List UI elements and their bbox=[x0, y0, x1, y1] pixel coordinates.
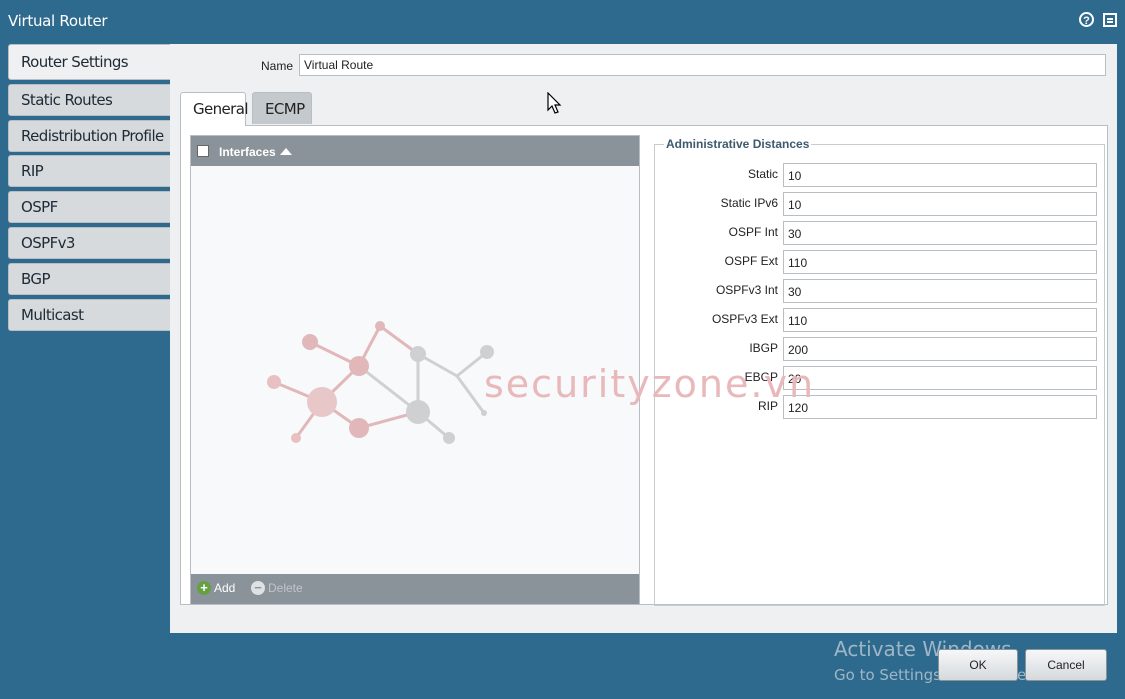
interfaces-grid: Interfaces + Add − Delete bbox=[190, 135, 640, 605]
ad-label: OSPF Ext bbox=[724, 254, 778, 268]
ad-label: Static bbox=[747, 167, 778, 181]
help-icon[interactable]: ? bbox=[1079, 12, 1094, 27]
administrative-distances-legend: Administrative Distances bbox=[664, 137, 812, 151]
title-bar: Virtual Router ? bbox=[0, 0, 1125, 42]
name-input[interactable]: Virtual Route bbox=[299, 54, 1106, 76]
sidebar-item-multicast[interactable]: Multicast bbox=[8, 298, 170, 331]
sidebar-item-static-routes[interactable]: Static Routes bbox=[8, 83, 170, 116]
plus-icon: + bbox=[197, 581, 211, 595]
ad-label: OSPF Int bbox=[728, 225, 778, 239]
ok-button[interactable]: OK bbox=[938, 649, 1018, 681]
administrative-distances-group: Administrative Distances Static 10 Stati… bbox=[654, 137, 1105, 606]
ad-row-ebgp: EBGP 20 bbox=[655, 366, 1104, 390]
ad-row-ibgp: IBGP 200 bbox=[655, 337, 1104, 361]
mouse-cursor-icon bbox=[547, 92, 562, 114]
ad-input-ospfv3-int[interactable]: 30 bbox=[783, 279, 1097, 303]
sidebar-item-router-settings[interactable]: Router Settings bbox=[8, 44, 170, 80]
window-title: Virtual Router bbox=[8, 12, 108, 30]
ad-label: EBGP bbox=[744, 370, 778, 384]
ad-row-ospf-int: OSPF Int 30 bbox=[655, 221, 1104, 245]
interfaces-grid-header[interactable]: Interfaces bbox=[191, 136, 639, 166]
ad-input-ospfv3-ext[interactable]: 110 bbox=[783, 308, 1097, 332]
minus-icon: − bbox=[251, 581, 265, 595]
ad-label: IBGP bbox=[749, 341, 778, 355]
main-content: Name Virtual Route General ECMP Interfac… bbox=[170, 44, 1117, 633]
ad-label: OSPFv3 Int bbox=[715, 283, 778, 297]
ad-row-ospfv3-int: OSPFv3 Int 30 bbox=[655, 279, 1104, 303]
ad-label: OSPFv3 Ext bbox=[711, 312, 778, 326]
ad-label: Static IPv6 bbox=[720, 196, 778, 210]
ad-row-static-ipv6: Static IPv6 10 bbox=[655, 192, 1104, 216]
ad-label: RIP bbox=[757, 399, 778, 413]
ad-input-ebgp[interactable]: 20 bbox=[783, 366, 1097, 390]
cancel-button[interactable]: Cancel bbox=[1025, 649, 1107, 681]
ad-input-rip[interactable]: 120 bbox=[783, 395, 1097, 419]
ad-input-ibgp[interactable]: 200 bbox=[783, 337, 1097, 361]
general-panel: Interfaces + Add − Delete Administrative… bbox=[180, 125, 1108, 606]
tab-ecmp[interactable]: ECMP bbox=[252, 92, 312, 124]
tab-general[interactable]: General bbox=[180, 92, 249, 126]
sidebar-item-redistribution-profile[interactable]: Redistribution Profile bbox=[8, 119, 170, 152]
ad-row-static: Static 10 bbox=[655, 163, 1104, 187]
ad-row-ospfv3-ext: OSPFv3 Ext 110 bbox=[655, 308, 1104, 332]
ad-row-ospf-ext: OSPF Ext 110 bbox=[655, 250, 1104, 274]
add-button-label: Add bbox=[214, 581, 236, 595]
sort-ascending-icon bbox=[279, 148, 292, 155]
add-button[interactable]: + Add bbox=[197, 581, 235, 595]
sidebar-item-bgp[interactable]: BGP bbox=[8, 262, 170, 295]
restore-icon[interactable] bbox=[1103, 13, 1117, 27]
interfaces-grid-footer: + Add − Delete bbox=[191, 574, 639, 604]
name-label: Name bbox=[261, 59, 294, 73]
delete-button[interactable]: − Delete bbox=[251, 581, 303, 595]
ad-row-rip: RIP 120 bbox=[655, 395, 1104, 419]
delete-button-label: Delete bbox=[268, 581, 303, 595]
sidebar-item-rip[interactable]: RIP bbox=[8, 155, 170, 188]
ad-input-static-ipv6[interactable]: 10 bbox=[783, 192, 1097, 216]
sidebar-item-ospfv3[interactable]: OSPFv3 bbox=[8, 226, 170, 259]
interfaces-column-label: Interfaces bbox=[219, 145, 276, 159]
ad-input-ospf-int[interactable]: 30 bbox=[783, 221, 1097, 245]
select-all-checkbox[interactable] bbox=[197, 145, 209, 157]
ad-input-static[interactable]: 10 bbox=[783, 163, 1097, 187]
sidebar: Router Settings Static Routes Redistribu… bbox=[8, 44, 170, 334]
sidebar-item-ospf[interactable]: OSPF bbox=[8, 191, 170, 224]
ad-input-ospf-ext[interactable]: 110 bbox=[783, 250, 1097, 274]
